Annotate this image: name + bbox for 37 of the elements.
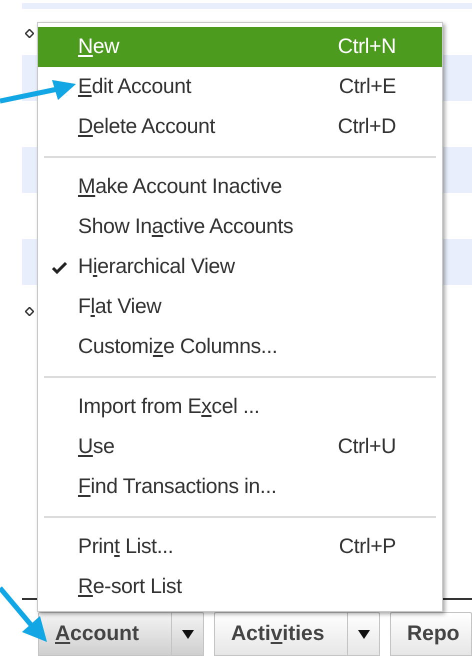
menu-item-label: Delete Account bbox=[78, 114, 216, 140]
pointer-arrow bbox=[0, 586, 50, 644]
menu-item-label: Flat View bbox=[78, 294, 162, 320]
shortcut-label: Ctrl+E bbox=[338, 74, 396, 100]
menu-item-label: Find Transactions in... bbox=[78, 474, 277, 500]
menu-item[interactable]: Show Inactive Accounts bbox=[38, 207, 442, 247]
menu-item[interactable]: Import from Excel ... bbox=[38, 387, 442, 427]
menu-item-label: Re-sort List bbox=[78, 574, 182, 600]
shortcut-label: Ctrl+N bbox=[338, 34, 396, 60]
diamond-icon bbox=[25, 307, 34, 316]
menu-item-label: New bbox=[78, 34, 120, 60]
menu-item[interactable]: Hierarchical View bbox=[38, 247, 442, 287]
shortcut-label: Ctrl+U bbox=[338, 434, 396, 460]
caret-icon bbox=[182, 630, 194, 638]
menu-item-label: Import from Excel ... bbox=[78, 394, 260, 420]
menu-item[interactable]: Edit Account Ctrl+E bbox=[38, 67, 442, 107]
menu-item[interactable]: Flat View bbox=[38, 287, 442, 327]
menu-item[interactable]: Make Account Inactive bbox=[38, 167, 442, 207]
menu-item-label: Use bbox=[78, 434, 114, 460]
menu-item-label: Show Inactive Accounts bbox=[78, 214, 294, 240]
menu-item[interactable]: Re-sort List bbox=[38, 567, 442, 607]
menu-item[interactable]: Use Ctrl+U bbox=[38, 427, 442, 467]
menu-item[interactable]: Print List... Ctrl+P bbox=[38, 527, 442, 567]
menu-item-label: Customize Columns... bbox=[78, 334, 278, 360]
menu-item-label: Print List... bbox=[78, 534, 174, 560]
menu-item-label: Make Account Inactive bbox=[78, 174, 282, 200]
menu-item-label: Edit Account bbox=[78, 74, 192, 100]
caret-icon bbox=[358, 630, 370, 638]
diamond-icon bbox=[25, 29, 34, 38]
menu-item[interactable]: Delete Account Ctrl+D bbox=[38, 107, 442, 147]
shortcut-label: Ctrl+P bbox=[338, 534, 396, 560]
menu-item[interactable]: Find Transactions in... bbox=[38, 467, 442, 507]
menu-item-label: Hierarchical View bbox=[78, 254, 235, 280]
shortcut-label: Ctrl+D bbox=[338, 114, 396, 140]
toolbar-button[interactable]: Repo bbox=[391, 613, 471, 655]
menu-item[interactable]: New Ctrl+N bbox=[38, 27, 442, 67]
menu-item[interactable]: Customize Columns... bbox=[38, 327, 442, 367]
